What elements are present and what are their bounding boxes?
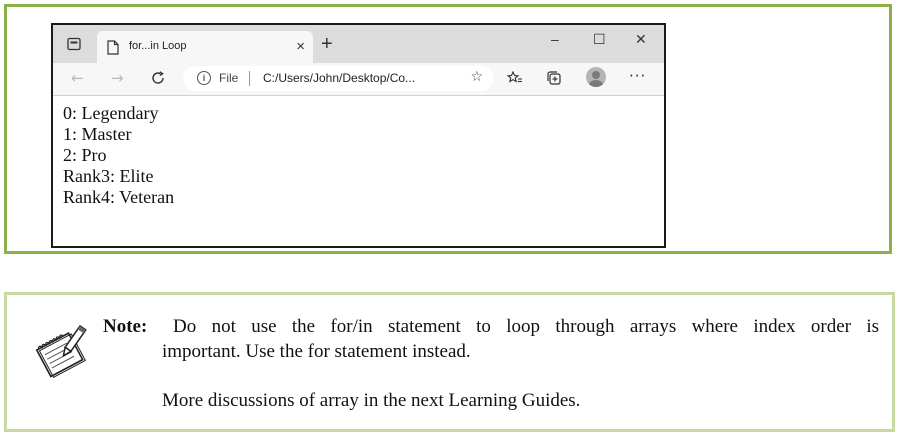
output-line: 0: Legendary	[63, 103, 159, 123]
browser-tab[interactable]: for...in Loop ×	[97, 31, 313, 63]
profile-avatar[interactable]	[586, 67, 606, 87]
browser-window: for...in Loop × + – ☐ ✕ ← → i File C:/Us…	[51, 23, 666, 248]
back-arrow-icon[interactable]: ←	[71, 69, 84, 87]
output-line: Rank4: Veteran	[63, 187, 175, 207]
tab-title: for...in Loop	[129, 40, 187, 52]
page-content: 0: Legendary 1: Master 2: Pro Rank3: Eli…	[63, 103, 174, 208]
more-icon[interactable]: ···	[629, 67, 646, 85]
notepad-pencil-icon	[35, 324, 87, 379]
tab-actions-icon[interactable]	[67, 37, 81, 51]
note-text-line: important. Use the for statement instead…	[162, 341, 471, 362]
url-text[interactable]: C:/Users/John/Desktop/Co...	[263, 71, 415, 85]
output-line: 2: Pro	[63, 145, 107, 165]
maximize-button[interactable]: ☐	[593, 31, 606, 48]
tab-close-button[interactable]: ×	[296, 38, 305, 56]
title-bar: for...in Loop × + – ☐ ✕	[53, 25, 664, 63]
note-label: Note:	[103, 316, 148, 337]
minimize-button[interactable]: –	[551, 31, 559, 47]
forward-arrow-icon[interactable]: →	[111, 69, 124, 87]
page-icon	[107, 40, 119, 55]
address-bar[interactable]: i File C:/Users/John/Desktop/Co... ☆	[183, 66, 493, 91]
info-icon[interactable]: i	[197, 71, 211, 85]
favorites-icon[interactable]	[507, 71, 523, 85]
collections-icon[interactable]	[547, 71, 562, 85]
address-separator	[249, 71, 250, 86]
close-window-button[interactable]: ✕	[635, 31, 647, 48]
screenshot-frame: for...in Loop × + – ☐ ✕ ← → i File C:/Us…	[4, 4, 892, 254]
navigation-toolbar: ← → i File C:/Users/John/Desktop/Co... ☆	[53, 63, 664, 96]
favorite-star-icon[interactable]: ☆	[470, 69, 483, 85]
note-text-line: Do not use the for/in statement to loop …	[173, 316, 879, 337]
output-line: Rank3: Elite	[63, 166, 154, 186]
note-box: Note: Do not use the for/in statement to…	[4, 292, 895, 432]
refresh-icon[interactable]	[151, 71, 165, 85]
file-label: File	[219, 71, 239, 85]
new-tab-button[interactable]: +	[321, 34, 333, 54]
note-text-line: More discussions of array in the next Le…	[162, 390, 581, 411]
output-line: 1: Master	[63, 124, 132, 144]
